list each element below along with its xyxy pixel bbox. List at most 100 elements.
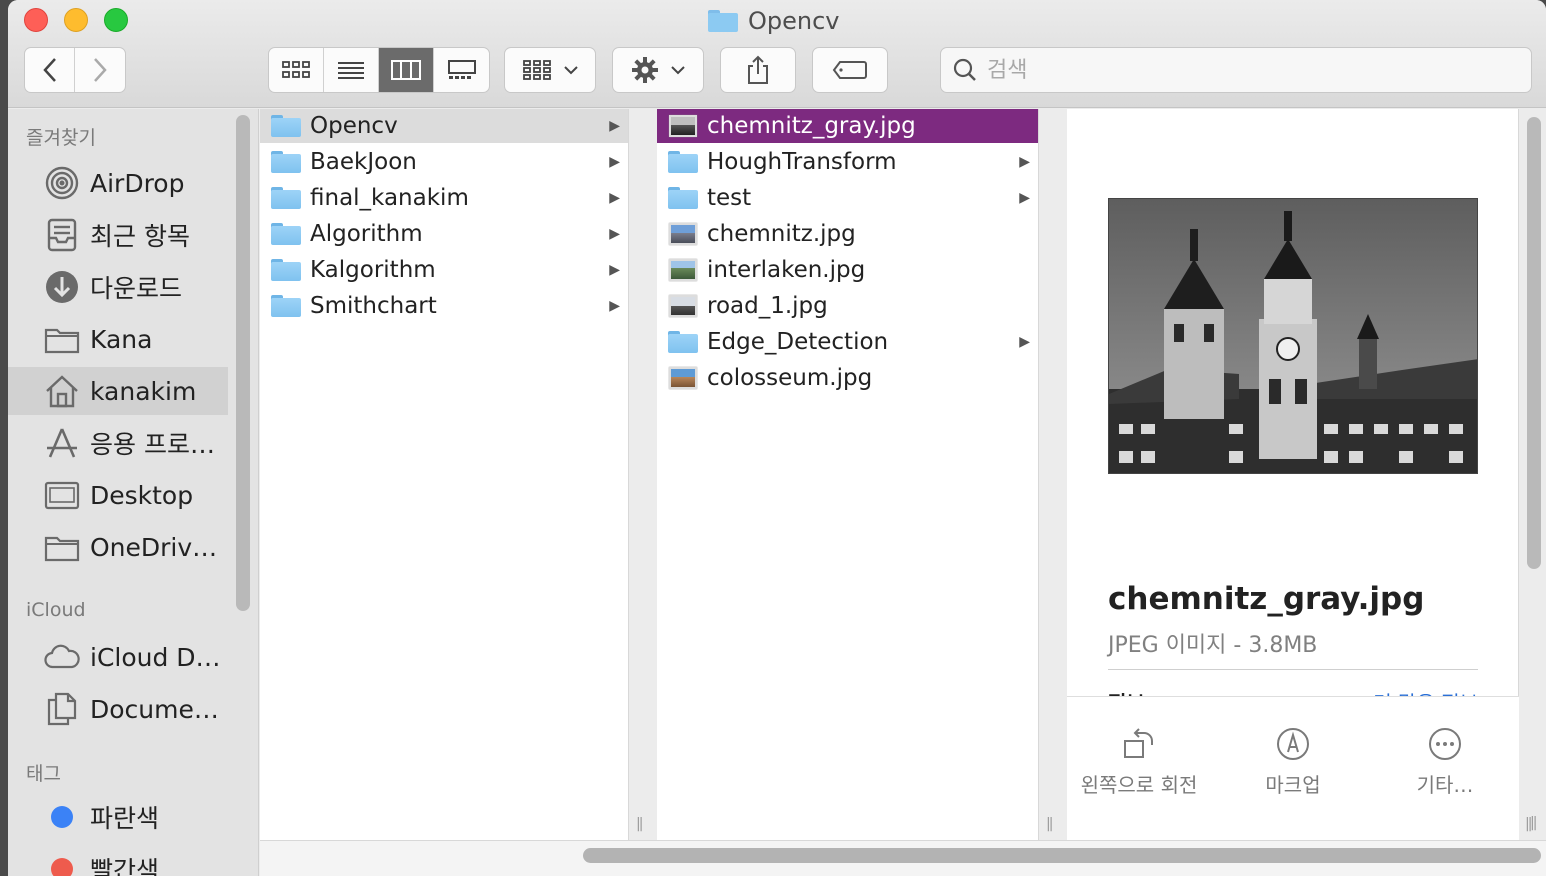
sidebar-item-documents[interactable]: Docume… xyxy=(8,685,228,733)
share-button[interactable] xyxy=(720,47,796,93)
list-view-button[interactable] xyxy=(324,48,379,92)
disclosure-arrow-icon: ▶ xyxy=(1019,190,1030,206)
list-item-test[interactable]: test ▶ xyxy=(657,181,1038,215)
sidebar-item-onedrive[interactable]: OneDriv… xyxy=(8,523,228,571)
search-icon xyxy=(953,58,976,81)
list-item-opencv[interactable]: Opencv ▶ xyxy=(260,109,628,143)
more-icon xyxy=(1429,728,1461,760)
list-icon xyxy=(338,62,364,79)
sidebar-heading-tags: 태그 xyxy=(26,763,61,785)
rotate-left-icon xyxy=(1124,728,1153,758)
file-name: chemnitz_gray.jpg xyxy=(707,113,916,139)
column-view-button[interactable] xyxy=(379,48,434,92)
grid-icon xyxy=(282,61,310,78)
window-title: Opencv xyxy=(708,6,840,36)
column-2: chemnitz_gray.jpg HoughTransform ▶ test … xyxy=(657,109,1054,840)
zoom-button[interactable] xyxy=(104,8,128,32)
list-item-kalgorithm[interactable]: Kalgorithm ▶ xyxy=(260,253,628,287)
file-name: interlaken.jpg xyxy=(707,257,866,283)
red-tag-icon xyxy=(51,858,73,876)
chevron-right-icon xyxy=(94,58,107,82)
list-item-houghtransform[interactable]: HoughTransform ▶ xyxy=(657,145,1038,179)
sidebar-item-label: Desktop xyxy=(90,480,194,510)
desktop-folder-icon xyxy=(44,477,80,513)
preview-scrollbar[interactable] xyxy=(1527,117,1541,569)
search-field[interactable] xyxy=(940,47,1532,93)
list-item-chemnitz[interactable]: chemnitz.jpg xyxy=(657,217,1038,251)
toolbar: Opencv xyxy=(8,0,1546,108)
disclosure-arrow-icon: ▶ xyxy=(609,154,620,170)
share-icon xyxy=(748,55,768,84)
sidebar-item-downloads[interactable]: 다운로드 xyxy=(8,263,228,311)
more-actions-button[interactable]: 기타… xyxy=(1375,727,1515,798)
gallery-icon xyxy=(447,60,476,79)
column-resize-handle[interactable]: || xyxy=(1046,816,1054,832)
preview-meta: JPEG 이미지 - 3.8MB xyxy=(1108,633,1318,658)
markup-button[interactable]: 마크업 xyxy=(1223,727,1363,798)
image-thumbnail-icon xyxy=(669,223,697,245)
list-item-final-kanakim[interactable]: final_kanakim ▶ xyxy=(260,181,628,215)
search-input[interactable] xyxy=(987,57,1507,83)
window-title-text: Opencv xyxy=(748,7,840,35)
folder-icon xyxy=(668,151,698,173)
list-item-chemnitz-gray[interactable]: chemnitz_gray.jpg xyxy=(657,109,1038,143)
disclosure-arrow-icon: ▶ xyxy=(609,190,620,206)
sidebar-item-label: 다운로드 xyxy=(90,274,183,303)
sidebar-tag-blue[interactable]: 파란색 xyxy=(8,793,228,841)
folder-icon xyxy=(271,151,301,173)
list-item-smithchart[interactable]: Smithchart ▶ xyxy=(260,289,628,323)
action-label: 마크업 xyxy=(1265,773,1321,797)
folder-icon xyxy=(271,259,301,281)
sidebar-item-recents[interactable]: 최근 항목 xyxy=(8,211,228,259)
list-item-baekjoon[interactable]: BaekJoon ▶ xyxy=(260,145,628,179)
sidebar-item-label: kanakim xyxy=(90,376,197,406)
forward-button[interactable] xyxy=(75,48,125,92)
icon-view-button[interactable] xyxy=(269,48,324,92)
recents-icon xyxy=(44,217,80,253)
list-item-interlaken[interactable]: interlaken.jpg xyxy=(657,253,1038,287)
sidebar-item-icloud-drive[interactable]: iCloud D… xyxy=(8,633,228,681)
sidebar-item-applications[interactable]: 응용 프로… xyxy=(8,419,228,467)
building-photo-image xyxy=(1109,199,1477,473)
disclosure-arrow-icon: ▶ xyxy=(609,262,620,278)
horizontal-scrollbar[interactable] xyxy=(583,848,1541,863)
folder-icon xyxy=(271,223,301,245)
minimize-button[interactable] xyxy=(64,8,88,32)
columns-icon xyxy=(391,60,421,80)
group-by-button[interactable] xyxy=(504,47,596,93)
sidebar-item-kanakim[interactable]: kanakim xyxy=(8,367,228,415)
sidebar-item-desktop[interactable]: Desktop xyxy=(8,471,228,519)
close-button[interactable] xyxy=(24,8,48,32)
chevron-left-icon xyxy=(42,58,56,82)
airdrop-icon xyxy=(44,165,80,201)
sidebar-tag-red[interactable]: 빨간색 xyxy=(8,845,228,876)
sidebar-scrollbar[interactable] xyxy=(236,115,250,611)
list-item-colosseum[interactable]: colosseum.jpg xyxy=(657,361,1038,395)
column-resize-handle[interactable]: || xyxy=(636,816,644,832)
sidebar-item-airdrop[interactable]: AirDrop xyxy=(8,159,228,207)
chevron-down-icon xyxy=(671,66,685,75)
folder-icon xyxy=(668,331,698,353)
action-label: 기타… xyxy=(1416,773,1474,797)
cloud-icon xyxy=(44,639,80,675)
sidebar-item-kana[interactable]: Kana xyxy=(8,315,228,363)
list-item-algorithm[interactable]: Algorithm ▶ xyxy=(260,217,628,251)
action-menu-button[interactable] xyxy=(612,47,704,93)
file-name: Smithchart xyxy=(310,293,437,319)
markup-icon xyxy=(1277,728,1309,760)
back-button[interactable] xyxy=(25,48,75,92)
edit-tags-button[interactable] xyxy=(812,47,888,93)
tag-icon xyxy=(832,61,867,79)
gallery-view-button[interactable] xyxy=(434,48,489,92)
image-thumbnail-icon xyxy=(669,295,697,317)
sidebar-item-label: 빨간색 xyxy=(90,856,160,876)
list-item-edge-detection[interactable]: Edge_Detection ▶ xyxy=(657,325,1038,359)
list-item-road-1[interactable]: road_1.jpg xyxy=(657,289,1038,323)
rotate-left-button[interactable]: 왼쪽으로 회전 xyxy=(1069,727,1209,798)
preview-pane: chemnitz_gray.jpg JPEG 이미지 - 3.8MB 정보 더 … xyxy=(1067,109,1533,840)
folder-icon xyxy=(708,10,738,32)
home-icon xyxy=(44,373,80,409)
gear-icon xyxy=(632,57,658,83)
file-name: Algorithm xyxy=(310,221,423,247)
preview-image xyxy=(1108,198,1478,474)
